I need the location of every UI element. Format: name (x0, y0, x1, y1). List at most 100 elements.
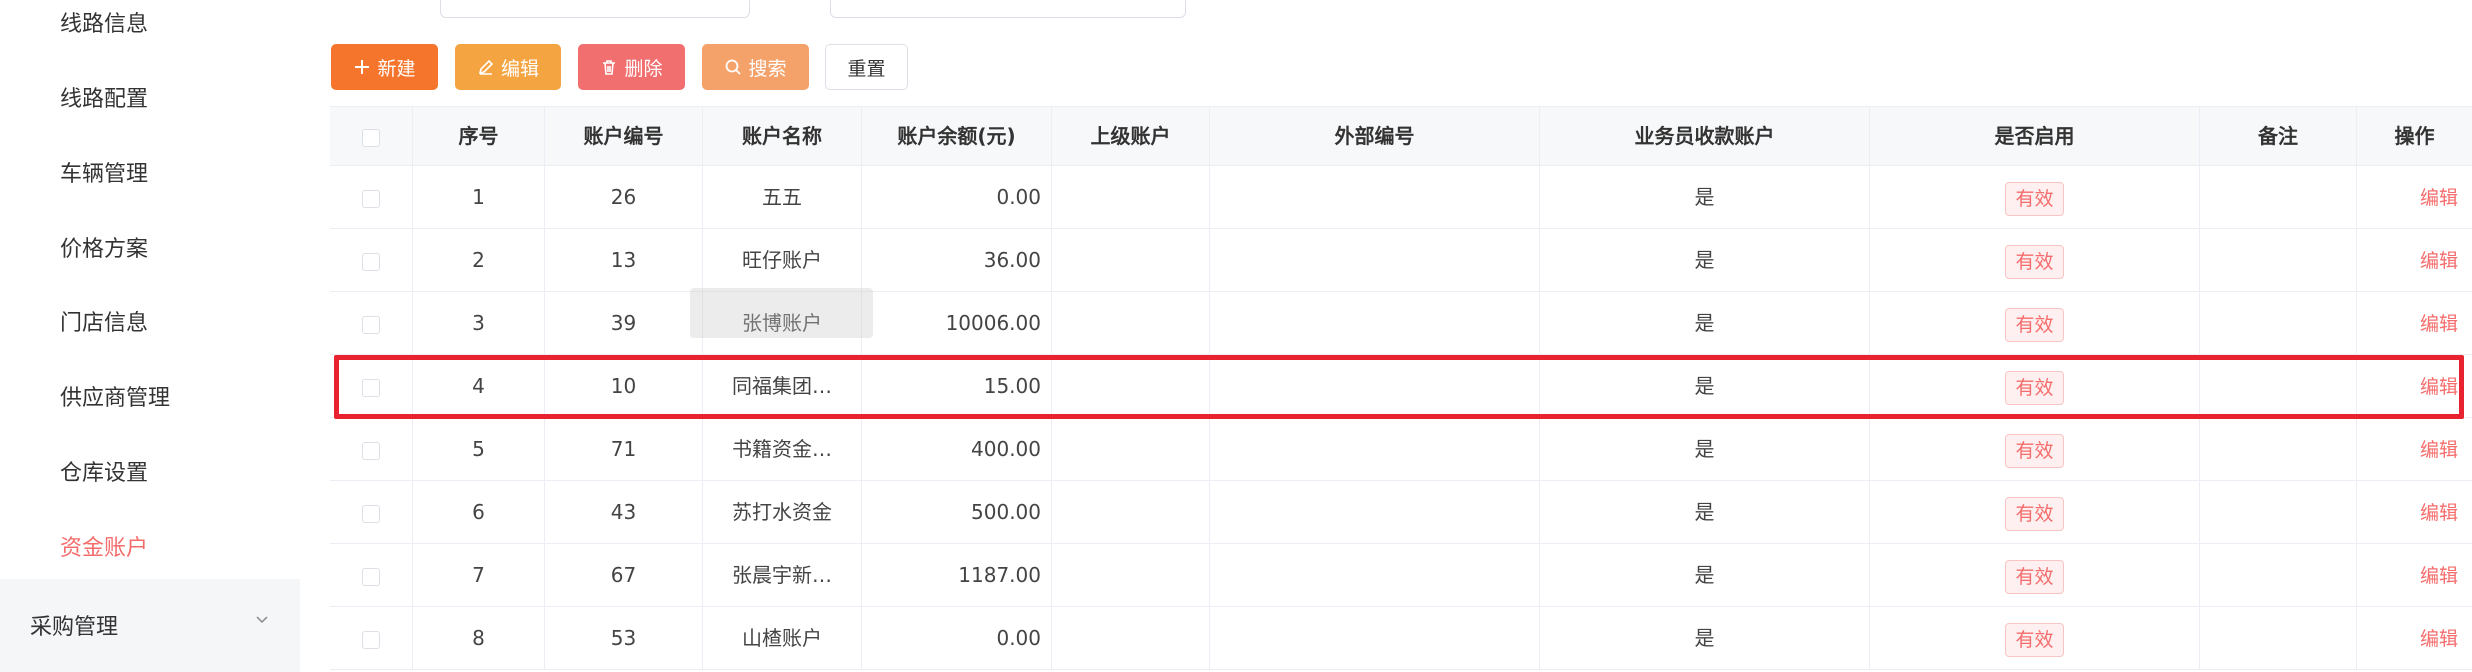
cell-external (1210, 418, 1540, 480)
header-balance: 账户余额(元) (862, 107, 1052, 165)
table-row[interactable]: 6 43 苏打水资金 500.00 是 有效 编辑 (330, 481, 2472, 544)
status-badge: 有效 (2005, 622, 2064, 657)
cell-external (1210, 166, 1540, 228)
highlighted-row-outline (334, 355, 2464, 419)
cell-parent (1052, 418, 1210, 480)
cell-seq: 1 (413, 166, 545, 228)
row-checkbox (330, 544, 413, 606)
cell-parent (1052, 544, 1210, 606)
cell-remark (2200, 229, 2357, 291)
cell-parent (1052, 166, 1210, 228)
cell-external (1210, 481, 1540, 543)
cell-seq: 3 (413, 292, 545, 354)
cell-code: 43 (545, 481, 703, 543)
cell-balance: 400.00 (862, 418, 1052, 480)
reset-button[interactable]: 重置 (825, 44, 908, 90)
table-row[interactable]: 8 53 山楂账户 0.00 是 有效 编辑 (330, 607, 2472, 670)
cell-action: 编辑 (2357, 607, 2472, 669)
cell-action: 编辑 (2357, 544, 2472, 606)
sidebar-group-purchasing[interactable]: 采购管理 (0, 579, 300, 672)
row-edit-link[interactable]: 编辑 (2420, 628, 2458, 650)
table-row[interactable]: 2 13 旺仔账户 36.00 是 有效 编辑 (330, 229, 2472, 292)
cell-balance: 500.00 (862, 481, 1052, 543)
cell-seq: 6 (413, 481, 545, 543)
cell-name: 旺仔账户 (703, 229, 862, 291)
cell-enabled: 有效 (1870, 229, 2200, 291)
sidebar: 线路信息 线路配置 车辆管理 价格方案 门店信息 供应商管理 仓库设置 资金账户… (0, 0, 300, 672)
cell-parent (1052, 481, 1210, 543)
sidebar-item-warehouse[interactable]: 仓库设置 (60, 455, 148, 487)
edit-button-label: 编辑 (500, 57, 539, 80)
trash-icon (603, 60, 616, 75)
table-row[interactable]: 7 67 张晨宇新… 1187.00 是 有效 编辑 (330, 544, 2472, 607)
cell-parent (1052, 607, 1210, 669)
row-select-checkbox[interactable] (362, 315, 380, 334)
row-checkbox (330, 607, 413, 669)
row-edit-link[interactable]: 编辑 (2420, 250, 2458, 272)
status-badge: 有效 (2005, 244, 2064, 279)
cell-remark (2200, 544, 2357, 606)
header-remark: 备注 (2200, 107, 2357, 165)
header-external: 外部编号 (1210, 107, 1540, 165)
row-edit-link[interactable]: 编辑 (2420, 565, 2458, 587)
row-select-checkbox[interactable] (362, 567, 380, 586)
header-action: 操作 (2394, 124, 2435, 148)
row-checkbox (330, 229, 413, 291)
row-checkbox (330, 292, 413, 354)
cell-enabled: 有效 (1870, 481, 2200, 543)
search-button-label: 搜索 (748, 57, 787, 80)
cell-seq: 2 (413, 229, 545, 291)
search-button[interactable]: 搜索 (702, 44, 809, 90)
cell-balance: 1187.00 (862, 544, 1052, 606)
sidebar-item-fund-accounts[interactable]: 资金账户 (60, 530, 148, 562)
row-select-checkbox[interactable] (362, 504, 380, 523)
sidebar-item-price-plans[interactable]: 价格方案 (60, 231, 148, 263)
table-row[interactable]: 5 71 书籍资金… 400.00 是 有效 编辑 (330, 418, 2472, 481)
cell-remark (2200, 292, 2357, 354)
sidebar-item-suppliers[interactable]: 供应商管理 (60, 380, 170, 412)
select-all-checkbox[interactable] (362, 128, 380, 147)
cell-action: 编辑 (2357, 418, 2472, 480)
new-button[interactable]: 新建 (331, 44, 438, 90)
cell-name: 五五 (703, 166, 862, 228)
cell-enabled: 有效 (1870, 418, 2200, 480)
cell-code: 39 (545, 292, 703, 354)
table-row[interactable]: 3 39 张博账户 10006.00 是有效 编辑 (330, 292, 2472, 355)
filter-input-2[interactable] (830, 0, 1186, 18)
cell-code: 67 (545, 544, 703, 606)
cell-code: 53 (545, 607, 703, 669)
row-select-checkbox[interactable] (362, 630, 380, 649)
sidebar-item-vehicles[interactable]: 车辆管理 (60, 156, 148, 188)
row-checkbox (330, 166, 413, 228)
header-salesman: 业务员收款账户 (1540, 107, 1870, 165)
row-select-checkbox[interactable] (362, 252, 380, 271)
cell-action: 编辑 (2357, 229, 2472, 291)
cell-salesman: 是 (1540, 292, 1870, 354)
row-edit-link[interactable]: 编辑 (2420, 502, 2458, 524)
status-badge: 有效 (2005, 181, 2064, 216)
row-edit-link[interactable]: 编辑 (2420, 313, 2458, 335)
status-badge: 有效 (2005, 433, 2064, 468)
sidebar-item-store-info[interactable]: 门店信息 (60, 305, 148, 337)
row-select-checkbox[interactable] (362, 189, 380, 208)
cell-name: 苏打水资金 (703, 481, 862, 543)
cell-remark (2200, 607, 2357, 669)
cell-salesman: 是 (1540, 481, 1870, 543)
delete-button[interactable]: 删除 (578, 44, 685, 90)
sidebar-item-route-info[interactable]: 线路信息 (60, 6, 148, 38)
table-row[interactable]: 1 26 五五 0.00 是 有效 编辑 (330, 166, 2472, 229)
row-edit-link[interactable]: 编辑 (2420, 439, 2458, 461)
edit-icon (478, 59, 494, 75)
edit-button[interactable]: 编辑 (455, 44, 561, 90)
cell-code: 26 (545, 166, 703, 228)
filter-input-1[interactable] (440, 0, 750, 18)
cell-balance: 36.00 (862, 229, 1052, 291)
cell-enabled: 有效 (1870, 607, 2200, 669)
sidebar-item-route-config[interactable]: 线路配置 (60, 81, 148, 113)
header-select-all[interactable] (330, 107, 413, 165)
row-select-checkbox[interactable] (362, 441, 380, 460)
cell-balance: 0.00 (862, 607, 1052, 669)
row-edit-link[interactable]: 编辑 (2420, 187, 2458, 209)
cell-code: 71 (545, 418, 703, 480)
cell-name: 书籍资金… (703, 418, 862, 480)
